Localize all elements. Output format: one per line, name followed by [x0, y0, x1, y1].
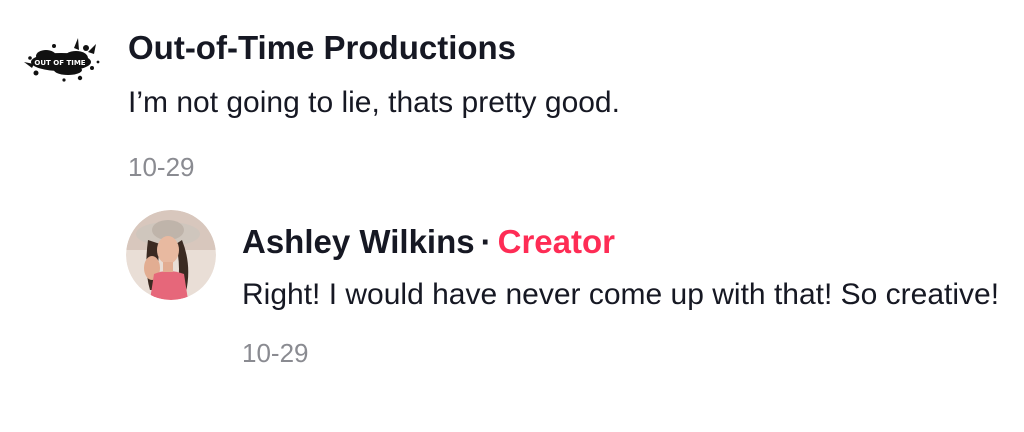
comment-username[interactable]: Out-of-Time Productions: [128, 29, 516, 66]
reply-avatar[interactable]: [126, 210, 216, 300]
reply-body: Ashley Wilkins · Creator Right! I would ha…: [242, 220, 1002, 370]
reply-username[interactable]: Ashley Wilkins: [242, 223, 475, 260]
comment-body: Out-of-Time Productions I’m not going to…: [128, 26, 988, 184]
avatar[interactable]: OUT OF TIME: [16, 18, 106, 108]
user-photo-avatar-icon: [126, 210, 216, 300]
svg-text:OUT OF TIME: OUT OF TIME: [34, 59, 85, 67]
reply-date: 10-29: [242, 338, 309, 368]
reply-text: Right! I would have never come up with t…: [242, 278, 1000, 311]
comment-text: I’m not going to lie, thats pretty good.: [128, 86, 620, 119]
separator-dot: ·: [480, 223, 492, 260]
creator-badge: Creator: [497, 223, 615, 260]
out-of-time-logo-icon: OUT OF TIME: [24, 38, 100, 82]
comment-date: 10-29: [128, 152, 195, 182]
